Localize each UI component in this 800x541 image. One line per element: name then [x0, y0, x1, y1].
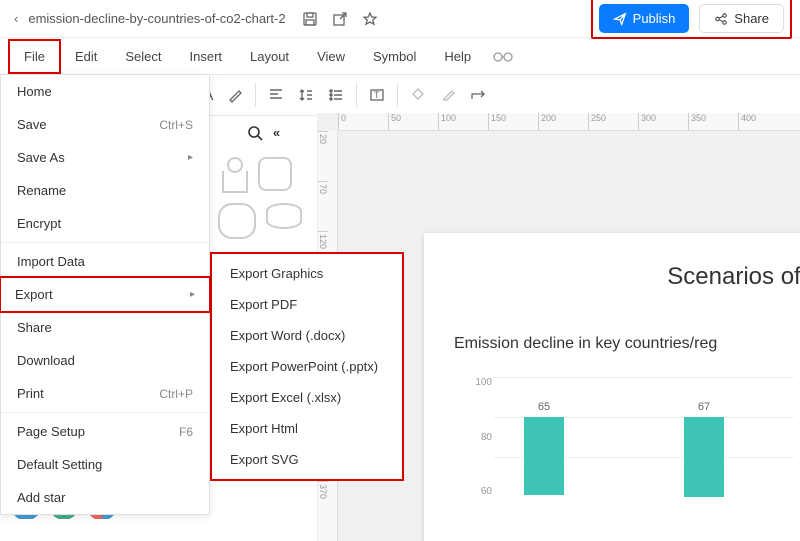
file-export[interactable]: Export▸ [0, 276, 211, 313]
export-submenu: Export Graphics Export PDF Export Word (… [210, 252, 404, 481]
menu-insert[interactable]: Insert [176, 41, 237, 72]
bar-1: 65 [524, 401, 564, 497]
paper-plane-icon [613, 12, 627, 26]
textbox-button[interactable]: T [363, 84, 391, 106]
menu-help[interactable]: Help [430, 41, 485, 72]
share-button[interactable]: Share [699, 4, 784, 33]
shape-capsule[interactable] [218, 203, 256, 239]
pencil-button[interactable] [434, 83, 462, 107]
align-button[interactable] [262, 84, 290, 106]
file-add-star[interactable]: Add star [1, 481, 209, 514]
bar-2: 67 [684, 401, 724, 497]
share-nodes-icon [714, 12, 728, 26]
bullets-button[interactable] [322, 84, 350, 106]
file-save-as[interactable]: Save As▸ [1, 141, 209, 174]
star-icon[interactable] [362, 11, 378, 27]
line-spacing-button[interactable] [292, 84, 320, 106]
shape-person[interactable] [218, 157, 248, 193]
highlight-button[interactable] [221, 83, 249, 107]
glasses-icon[interactable] [493, 49, 513, 63]
fill-button[interactable] [404, 83, 432, 107]
save-icon[interactable] [302, 11, 318, 27]
y-axis: 100 80 60 [472, 377, 492, 497]
export-svg[interactable]: Export SVG [212, 444, 402, 475]
shape-rounded-rect[interactable] [258, 157, 292, 191]
search-icon[interactable] [247, 125, 263, 141]
menu-layout[interactable]: Layout [236, 41, 303, 72]
back-arrow-icon[interactable]: ‹ [8, 11, 24, 26]
chart-subtitle: Emission decline in key countries/reg [454, 335, 800, 353]
publish-label: Publish [633, 11, 676, 26]
export-powerpoint[interactable]: Export PowerPoint (.pptx) [212, 351, 402, 382]
export-graphics[interactable]: Export Graphics [212, 258, 402, 289]
export-icon[interactable] [332, 11, 348, 27]
menu-view[interactable]: View [303, 41, 359, 72]
svg-text:T: T [374, 90, 380, 100]
chart-title: Scenarios of [444, 263, 800, 291]
file-page-setup[interactable]: Page SetupF6 [1, 415, 209, 448]
file-share[interactable]: Share [1, 311, 209, 344]
connector-button[interactable] [464, 84, 494, 106]
export-html[interactable]: Export Html [212, 413, 402, 444]
bar-chart: 100 80 60 65 67 [494, 377, 794, 497]
file-home[interactable]: Home [1, 75, 209, 108]
ruler-horizontal: 050100150200250300350400 [338, 113, 800, 131]
top-bar: ‹ emission-decline-by-countries-of-co2-c… [0, 0, 800, 38]
export-excel[interactable]: Export Excel (.xlsx) [212, 382, 402, 413]
menu-file[interactable]: File [8, 39, 61, 74]
menu-select[interactable]: Select [111, 41, 175, 72]
file-print[interactable]: PrintCtrl+P [1, 377, 209, 410]
export-pdf[interactable]: Export PDF [212, 289, 402, 320]
file-download[interactable]: Download [1, 344, 209, 377]
export-word[interactable]: Export Word (.docx) [212, 320, 402, 351]
file-encrypt[interactable]: Encrypt [1, 207, 209, 240]
file-import-data[interactable]: Import Data [1, 245, 209, 278]
menu-bar: File Edit Select Insert Layout View Symb… [0, 38, 800, 74]
file-dropdown: Home SaveCtrl+S Save As▸ Rename Encrypt … [0, 74, 210, 515]
share-label: Share [734, 11, 769, 26]
menu-symbol[interactable]: Symbol [359, 41, 430, 72]
shape-cylinder[interactable] [266, 203, 302, 229]
file-rename[interactable]: Rename [1, 174, 209, 207]
panel-controls: « [210, 119, 317, 147]
publish-button[interactable]: Publish [599, 4, 690, 33]
file-default-setting[interactable]: Default Setting [1, 448, 209, 481]
file-save[interactable]: SaveCtrl+S [1, 108, 209, 141]
top-icon-group [302, 11, 378, 27]
document-title[interactable]: emission-decline-by-countries-of-co2-cha… [28, 11, 285, 26]
action-buttons-highlight: Publish Share [591, 0, 792, 39]
document-page[interactable]: Scenarios of Emission decline in key cou… [424, 233, 800, 541]
collapse-icon[interactable]: « [273, 125, 280, 141]
menu-edit[interactable]: Edit [61, 41, 111, 72]
